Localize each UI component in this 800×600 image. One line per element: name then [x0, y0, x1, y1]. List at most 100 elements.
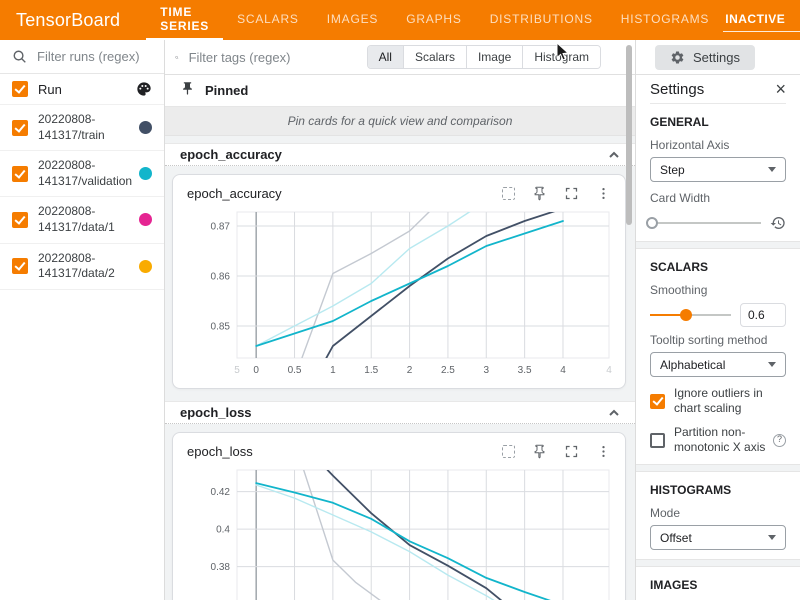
svg-text:1.5: 1.5	[364, 365, 378, 376]
tab-distributions[interactable]: DISTRIBUTIONS	[476, 0, 607, 40]
partition-x-axis-label: Partition non-monotonic X axis	[674, 425, 769, 455]
card-actions	[502, 186, 611, 201]
ignore-outliers-row: Ignore outliers in chart scaling	[650, 386, 786, 416]
cards-scroll-area: Pinned Pin cards for a quick view and co…	[165, 75, 635, 600]
tab-histograms[interactable]: HISTOGRAMS	[607, 0, 723, 40]
tab-scalars[interactable]: SCALARS	[223, 0, 313, 40]
run-checkbox[interactable]	[12, 212, 28, 228]
palette-icon[interactable]	[136, 81, 152, 97]
main-area: All Scalars Image Histogram Pinned Pin c…	[165, 40, 635, 600]
run-row-validation[interactable]: 20220808-141317/validation	[0, 151, 164, 197]
pin-card-icon[interactable]	[532, 444, 547, 459]
more-options-icon[interactable]	[596, 186, 611, 201]
section-header-epoch-accuracy[interactable]: epoch_accuracy	[165, 143, 635, 166]
tensorboard-app: { "header": { "title": "TensorBoard", "t…	[0, 0, 800, 600]
card-actions	[502, 444, 611, 459]
horizontal-axis-value: Step	[660, 163, 685, 177]
smoothing-label: Smoothing	[650, 283, 786, 297]
select-all-runs-checkbox[interactable]	[12, 81, 28, 97]
chevron-down-icon	[768, 535, 776, 540]
filter-image-button[interactable]: Image	[466, 46, 522, 68]
run-row-train[interactable]: 20220808-141317/train	[0, 105, 164, 151]
runs-header-label: Run	[38, 82, 130, 97]
run-row-data-2[interactable]: 20220808-141317/data/2	[0, 244, 164, 290]
reload-status-value: INACTIVE	[725, 12, 785, 26]
pin-card-icon[interactable]	[532, 186, 547, 201]
filter-scalars-button[interactable]: Scalars	[403, 46, 466, 68]
gear-icon	[670, 50, 685, 65]
fullscreen-icon[interactable]	[564, 444, 579, 459]
ignore-outliers-label: Ignore outliers in chart scaling	[674, 386, 786, 416]
histogram-mode-label: Mode	[650, 506, 786, 520]
epoch-loss-chart[interactable]: 00.511.522.533.540.360.380.40.4254	[177, 462, 615, 600]
scalar-card-epoch-loss: epoch_loss 00.511.522.533	[172, 432, 626, 600]
section-header-epoch-loss[interactable]: epoch_loss	[165, 401, 635, 424]
partition-x-axis-checkbox[interactable]	[650, 433, 665, 448]
epoch-accuracy-chart[interactable]: 00.511.522.533.540.850.860.8754	[177, 204, 615, 380]
pinned-title: Pinned	[205, 83, 248, 98]
card-header: epoch_loss	[177, 438, 621, 462]
main-nav-tabs: TIME SERIES SCALARS IMAGES GRAPHS DISTRI…	[146, 0, 723, 40]
smoothing-slider[interactable]	[650, 309, 731, 321]
horizontal-axis-select[interactable]: Step	[650, 157, 786, 182]
tab-graphs[interactable]: GRAPHS	[392, 0, 475, 40]
settings-toolbar: Settings	[636, 40, 800, 75]
histograms-section-label: HISTOGRAMS	[650, 483, 786, 497]
tags-toolbar: All Scalars Image Histogram	[165, 40, 635, 75]
section-divider	[636, 559, 800, 567]
settings-button[interactable]: Settings	[655, 45, 755, 70]
fit-to-data-icon[interactable]	[502, 445, 515, 458]
svg-text:0.4: 0.4	[216, 525, 230, 536]
svg-text:1: 1	[330, 365, 336, 376]
svg-text:0.5: 0.5	[288, 365, 302, 376]
run-checkbox[interactable]	[12, 120, 28, 136]
run-name: 20220808-141317/validation	[38, 158, 133, 189]
tab-time-series[interactable]: TIME SERIES	[146, 0, 223, 40]
images-section-label: IMAGES	[650, 578, 786, 592]
search-icon	[175, 50, 179, 65]
reset-card-width-icon[interactable]	[770, 215, 786, 231]
smoothing-control	[650, 306, 786, 324]
more-options-icon[interactable]	[596, 444, 611, 459]
run-color-dot	[139, 121, 152, 134]
chevron-up-icon[interactable]	[608, 149, 620, 161]
card-title: epoch_loss	[187, 444, 253, 459]
tooltip-sorting-select[interactable]: Alphabetical	[650, 352, 786, 377]
scalar-card-epoch-accuracy: epoch_accuracy 00.511.522	[172, 174, 626, 389]
section-divider	[636, 241, 800, 249]
tags-filter-input[interactable]	[187, 49, 367, 66]
app-header: TensorBoard TIME SERIES SCALARS IMAGES G…	[0, 0, 800, 40]
runs-filter-input[interactable]	[35, 48, 152, 65]
run-checkbox[interactable]	[12, 166, 28, 182]
ignore-outliers-checkbox[interactable]	[650, 394, 665, 409]
reload-status-dropdown[interactable]: INACTIVE	[723, 9, 800, 32]
svg-text:0.87: 0.87	[211, 222, 231, 233]
svg-text:2.5: 2.5	[441, 365, 455, 376]
app-title: TensorBoard	[0, 0, 146, 40]
pin-icon	[180, 81, 195, 101]
section-divider	[636, 464, 800, 472]
fullscreen-icon[interactable]	[564, 186, 579, 201]
fit-to-data-icon[interactable]	[502, 187, 515, 200]
settings-column: Settings Settings × GENERAL Horizontal A…	[635, 40, 800, 600]
run-checkbox[interactable]	[12, 258, 28, 274]
filter-histogram-button[interactable]: Histogram	[522, 46, 600, 68]
pinned-hint: Pin cards for a quick view and compariso…	[165, 107, 635, 136]
runs-sidebar: Run 20220808-141317/train 20220808-14131…	[0, 40, 165, 600]
card-width-slider[interactable]	[650, 217, 761, 229]
smoothing-input[interactable]	[740, 303, 786, 327]
chevron-up-icon[interactable]	[608, 407, 620, 419]
runs-header-row: Run	[0, 74, 164, 105]
histogram-mode-value: Offset	[660, 531, 692, 545]
settings-panel-header: Settings ×	[650, 75, 786, 104]
main-scrollbar[interactable]	[626, 45, 632, 225]
scalars-section-label: SCALARS	[650, 260, 786, 274]
runs-filter	[0, 40, 164, 74]
tab-images[interactable]: IMAGES	[313, 0, 392, 40]
run-row-data-1[interactable]: 20220808-141317/data/1	[0, 197, 164, 243]
filter-all-button[interactable]: All	[368, 46, 403, 68]
run-color-dot	[139, 213, 152, 226]
histogram-mode-select[interactable]: Offset	[650, 525, 786, 550]
help-icon[interactable]: ?	[773, 434, 786, 447]
close-icon[interactable]: ×	[775, 80, 786, 98]
